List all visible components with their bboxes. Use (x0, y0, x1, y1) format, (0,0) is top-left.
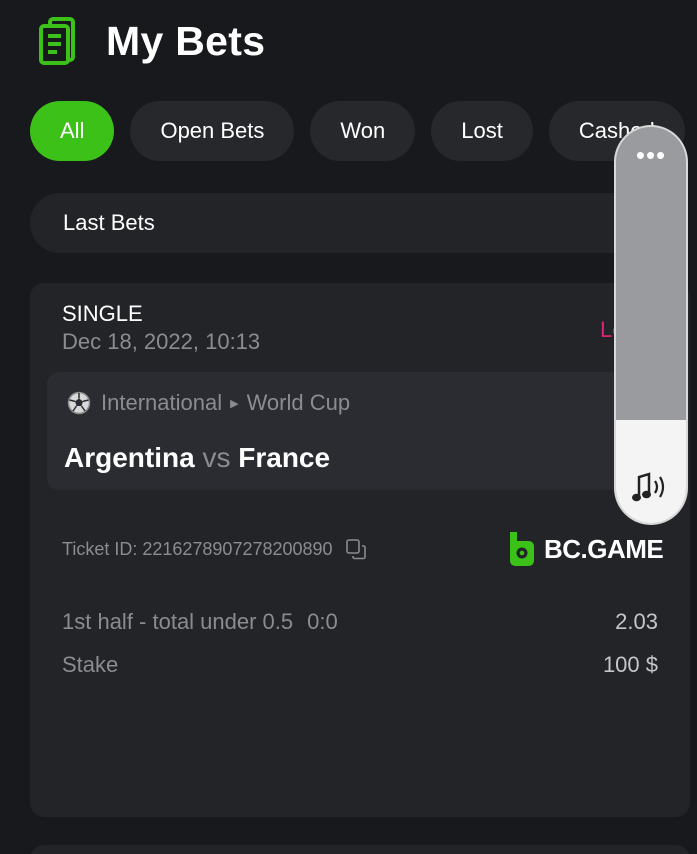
bet-type: SINGLE (62, 301, 143, 326)
ticket-id: Ticket ID: 2216278907278200890 (62, 538, 333, 559)
bet-odds: 2.03 (615, 609, 658, 634)
brand-name: BC.GAME (544, 533, 664, 564)
league-region: International (101, 390, 223, 415)
bets-list-icon (34, 14, 84, 68)
match-score: 0:0 (307, 609, 338, 634)
match-teams: Argentina vs France (64, 442, 330, 474)
market-row: 1st half - total under 0.5 0:0 2.03 (62, 609, 658, 635)
page-header: My Bets (34, 14, 265, 68)
last-bets-label: Last Bets (63, 210, 155, 235)
stake-label: Stake (62, 652, 119, 677)
stake-row: Stake 100 $ (62, 652, 658, 678)
tab-won[interactable]: Won (310, 101, 416, 161)
volume-music-icon (632, 472, 665, 502)
tab-open-bets[interactable]: Open Bets (130, 101, 295, 161)
last-bets-dropdown[interactable]: Last Bets ∨ (30, 193, 685, 253)
next-bet-card[interactable] (30, 845, 690, 854)
tab-all[interactable]: All (30, 101, 115, 161)
page-title: My Bets (106, 17, 266, 64)
tab-lost[interactable]: Lost (431, 101, 533, 161)
breadcrumb-separator-icon: ▶ (230, 397, 239, 410)
match-info: International ▶ World Cup Argentina vs F… (47, 372, 677, 490)
stake-value: 100 $ (602, 652, 658, 677)
home-team: Argentina (64, 442, 195, 473)
ticket-id-row: Ticket ID: 2216278907278200890 (62, 538, 367, 560)
bet-filter-tabs: All Open Bets Won Lost Cashed (30, 101, 685, 161)
vs-label: vs (202, 442, 231, 473)
copy-icon[interactable] (345, 538, 367, 560)
away-team: France (238, 442, 331, 473)
league-breadcrumb: International ▶ World Cup (67, 390, 350, 416)
market-name: 1st half - total under 0.5 (62, 609, 294, 634)
bet-card[interactable]: SINGLE Dec 18, 2022, 10:13 Lost Internat… (30, 283, 690, 817)
brand-logo: BC.GAME (506, 530, 664, 568)
volume-overlay[interactable]: ••• (616, 127, 686, 523)
bet-date: Dec 18, 2022, 10:13 (62, 329, 261, 354)
more-options-icon[interactable]: ••• (616, 142, 686, 168)
league-competition: World Cup (246, 390, 351, 415)
bc-game-logo-icon (510, 532, 534, 566)
soccer-ball-icon (67, 391, 91, 415)
